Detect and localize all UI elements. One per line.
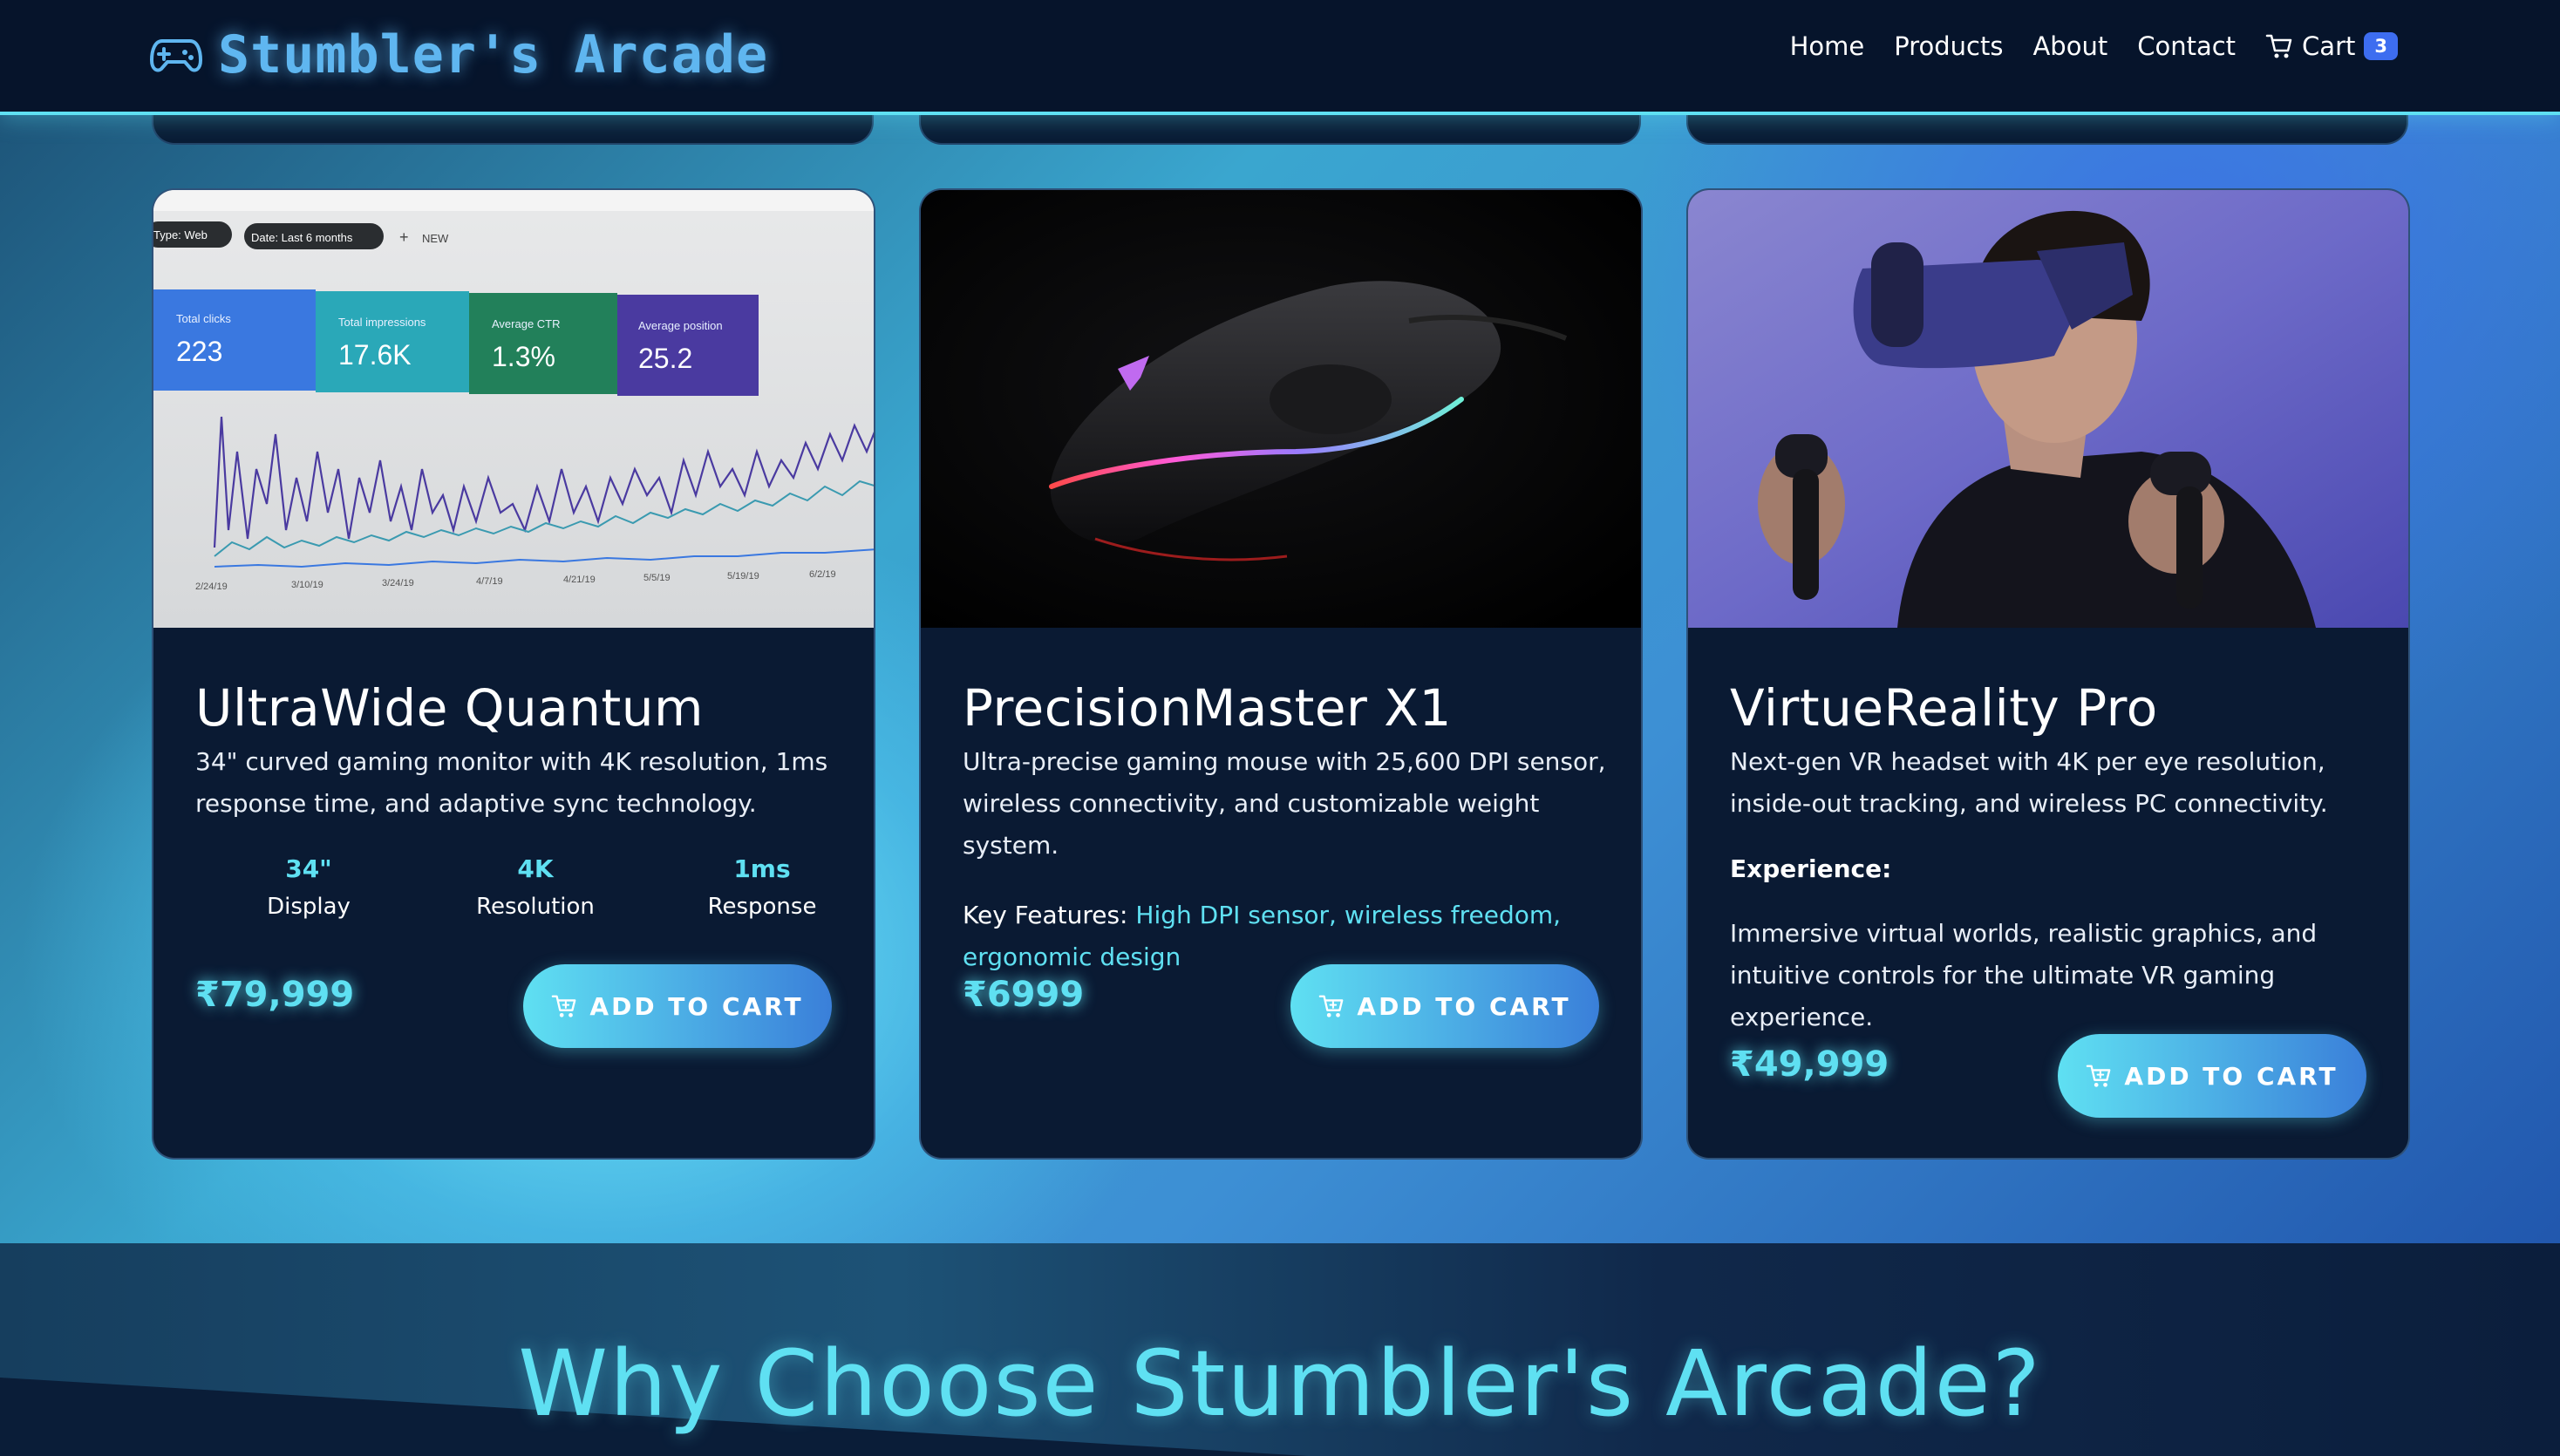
metric-value: 223 [176, 336, 222, 367]
date-label: 2/24/19 [195, 582, 228, 592]
cart-plus-icon [1319, 995, 1344, 1017]
gamepad-icon [150, 39, 202, 72]
add-to-cart-button[interactable]: ADD TO CART [1290, 964, 1599, 1048]
metric-value: 1.3% [492, 341, 555, 372]
navbar: Stumbler's Arcade Home Products About Co… [0, 0, 2560, 115]
date-label: 4/21/19 [563, 575, 596, 585]
product-description: 34" curved gaming monitor with 4K resolu… [195, 747, 828, 818]
experience-label: Experience: [1730, 854, 1892, 883]
metric-label: Average position [638, 319, 723, 332]
product-image-gaming-mouse [921, 190, 1641, 628]
product-image-analytics-dashboard: Type: Web Date: Last 6 months + NEW Tota… [153, 190, 874, 628]
product-price: ₹79,999 [195, 975, 355, 1015]
svg-text:+: + [399, 228, 409, 246]
chip-new: NEW [422, 232, 449, 245]
section-subtitle: ... [1267, 1439, 1293, 1456]
date-label: 6/2/19 [809, 569, 836, 580]
card-body: VirtueReality Pro Next-gen VR headset wi… [1730, 628, 2375, 1038]
add-to-cart-label: ADD TO CART [2124, 1061, 2339, 1091]
nav-products-link[interactable]: Products [1894, 31, 2003, 61]
product-card-virtuereality-pro: VirtueReality Pro Next-gen VR headset wi… [1686, 188, 2410, 1160]
spec-item: 4K Resolution [422, 854, 649, 920]
experience-text: Immersive virtual worlds, realistic grap… [1730, 919, 2318, 1031]
spec-list: 34" Display 4K Resolution 1ms Response [195, 854, 874, 920]
cart-plus-icon [552, 995, 576, 1017]
date-label: 4/7/19 [476, 576, 503, 587]
cart-icon [2265, 34, 2292, 58]
chip-date: Date: Last 6 months [251, 231, 353, 244]
spec-item: 1ms Response [649, 854, 874, 920]
key-features-label: Key Features: [963, 901, 1128, 929]
why-choose-section: Why Choose Stumbler's Arcade? ... [0, 1243, 2560, 1456]
product-image-vr-headset-user [1688, 190, 2408, 628]
spec-value: 1ms [733, 854, 791, 883]
brand-name: Stumbler's Arcade [218, 24, 769, 85]
nav-links: Home Products About Contact Cart 3 [1760, 31, 2398, 61]
section-title: Why Choose Stumbler's Arcade? [518, 1330, 2042, 1437]
card-body: UltraWide Quantum 34" curved gaming moni… [195, 628, 841, 920]
date-label: 5/19/19 [727, 571, 759, 582]
spec-value: 4K [517, 854, 554, 883]
add-to-cart-label: ADD TO CART [1357, 991, 1571, 1021]
date-label: 5/5/19 [643, 573, 671, 583]
product-title: UltraWide Quantum [195, 678, 705, 738]
card-body: PrecisionMaster X1 Ultra-precise gaming … [963, 628, 1608, 978]
metric-label: Total clicks [176, 312, 231, 325]
brand[interactable]: Stumbler's Arcade [150, 24, 768, 85]
add-to-cart-button[interactable]: ADD TO CART [2058, 1034, 2366, 1118]
spec-item: 34" Display [195, 854, 422, 920]
spec-label: Resolution [476, 894, 595, 920]
product-price: ₹6999 [963, 975, 1085, 1015]
product-title: PrecisionMaster X1 [963, 678, 1452, 738]
metric-label: Total impressions [338, 316, 426, 329]
product-card-ultrawide-quantum: Type: Web Date: Last 6 months + NEW Tota… [152, 188, 875, 1160]
spec-label: Display [267, 894, 351, 920]
metric-value: 25.2 [638, 343, 692, 374]
spec-label: Response [707, 894, 817, 920]
cart-link[interactable]: Cart 3 [2265, 31, 2398, 61]
add-to-cart-button[interactable]: ADD TO CART [523, 964, 832, 1048]
product-price: ₹49,999 [1730, 1044, 1889, 1085]
cart-count-badge: 3 [2364, 32, 2398, 60]
date-label: 3/10/19 [291, 580, 323, 590]
metric-value: 17.6K [338, 339, 412, 371]
nav-contact-link[interactable]: Contact [2137, 31, 2236, 61]
cart-plus-icon [2087, 1065, 2111, 1087]
chip-type: Type: Web [153, 228, 208, 242]
spec-value: 34" [285, 854, 332, 883]
date-label: 3/24/19 [382, 578, 414, 589]
nav-home-link[interactable]: Home [1790, 31, 1865, 61]
product-card-precisionmaster-x1: PrecisionMaster X1 Ultra-precise gaming … [919, 188, 1643, 1160]
product-title: VirtueReality Pro [1730, 678, 2158, 738]
metric-label: Average CTR [492, 317, 561, 330]
cart-label: Cart [2302, 31, 2356, 61]
product-description: Next-gen VR headset with 4K per eye reso… [1730, 747, 2328, 818]
add-to-cart-label: ADD TO CART [589, 991, 804, 1021]
product-description: Ultra-precise gaming mouse with 25,600 D… [963, 747, 1606, 860]
nav-about-link[interactable]: About [2032, 31, 2107, 61]
